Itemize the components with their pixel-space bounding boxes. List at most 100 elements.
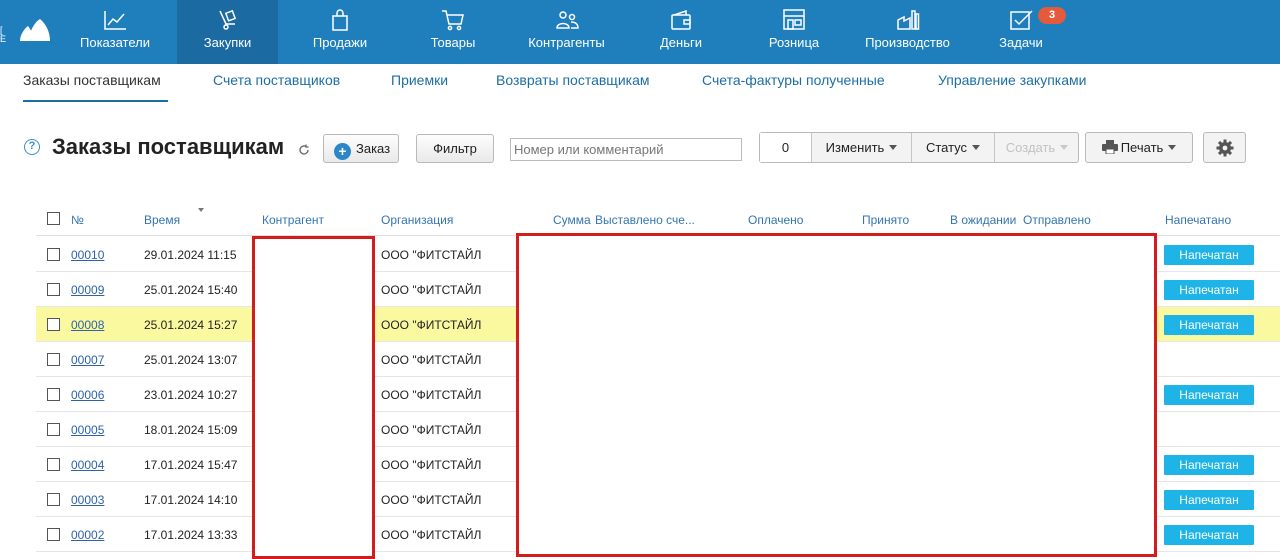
shopping-cart-icon [442, 10, 464, 31]
column-pending[interactable]: В ожидании [950, 213, 1016, 227]
edit-label: Изменить [825, 140, 885, 155]
nav-kontragenty[interactable]: Контрагенты [515, 0, 618, 64]
redaction-box-counterparty [252, 236, 375, 559]
tab-priemki[interactable]: Приемки [391, 72, 448, 88]
column-time[interactable]: Время [144, 213, 180, 227]
order-number-link[interactable]: 00002 [71, 528, 104, 542]
window-edge-marker: [E [0, 25, 7, 44]
column-paid[interactable]: Оплачено [748, 213, 803, 227]
redaction-box-amounts [516, 233, 1157, 557]
print-button[interactable]: Печать [1086, 133, 1192, 162]
nav-label: Показатели [80, 35, 150, 50]
row-checkbox[interactable] [47, 423, 60, 436]
printer-icon [1101, 140, 1118, 155]
column-invoiced[interactable]: Выставлено сче... [595, 213, 695, 227]
order-time: 17.01.2024 15:47 [144, 458, 238, 472]
edit-dropdown[interactable]: Изменить [812, 133, 911, 162]
status-label: Статус [925, 140, 968, 155]
search-input[interactable] [510, 138, 742, 161]
organization: ООО "ФИТСТАЙЛ [381, 528, 482, 542]
settings-button[interactable] [1203, 132, 1246, 163]
filter-button[interactable]: Фильтр [416, 134, 494, 163]
printed-status-badge: Напечатан [1164, 245, 1254, 265]
order-number-link[interactable]: 00010 [71, 248, 104, 262]
order-number-link[interactable]: 00004 [71, 458, 104, 472]
gear-icon [1216, 139, 1234, 157]
column-organization[interactable]: Организация [381, 213, 453, 227]
column-printed[interactable]: Напечатано [1165, 213, 1231, 227]
row-checkbox[interactable] [47, 388, 60, 401]
organization: ООО "ФИТСТАЙЛ [381, 388, 482, 402]
help-icon[interactable]: ? [24, 139, 40, 155]
printed-status-badge: Напечатан [1164, 525, 1254, 545]
nav-zakupki[interactable]: Закупки [177, 0, 278, 64]
refresh-icon[interactable] [298, 144, 310, 156]
add-order-label: Заказ [356, 141, 391, 156]
order-number-link[interactable]: 00007 [71, 353, 104, 367]
actions-button-group: 0 Изменить Статус Создать [759, 132, 1079, 163]
organization: ООО "ФИТСТАЙЛ [381, 283, 482, 297]
column-shipped[interactable]: Отправлено [1023, 213, 1091, 227]
printed-status-badge: Напечатан [1164, 490, 1254, 510]
order-time: 25.01.2024 13:07 [144, 353, 238, 367]
column-number[interactable]: № [71, 213, 84, 227]
order-number-link[interactable]: 00005 [71, 423, 104, 437]
column-amount[interactable]: Сумма [553, 213, 591, 227]
plus-icon: + [334, 143, 351, 160]
cart-dolly-icon [218, 9, 236, 30]
tasks-count-badge: 3 [1038, 7, 1066, 24]
nav-label: Деньги [660, 35, 702, 50]
row-checkbox[interactable] [47, 493, 60, 506]
printed-status-badge: Напечатан [1164, 455, 1254, 475]
storefront-icon [783, 9, 805, 30]
row-checkbox[interactable] [47, 458, 60, 471]
tab-vozvraty-postavshchikam[interactable]: Возвраты поставщикам [496, 72, 649, 88]
row-checkbox[interactable] [47, 353, 60, 366]
create-dropdown[interactable]: Создать [995, 133, 1079, 162]
nav-tovary[interactable]: Товары [414, 0, 492, 64]
nav-pokazateli[interactable]: Показатели [66, 0, 164, 64]
row-checkbox[interactable] [47, 248, 60, 261]
organization: ООО "ФИТСТАЙЛ [381, 493, 482, 507]
print-dropdown[interactable]: Печать [1085, 132, 1193, 163]
chevron-down-icon [1168, 145, 1177, 150]
status-dropdown[interactable]: Статус [912, 133, 994, 162]
organization: ООО "ФИТСТАЙЛ [381, 353, 482, 367]
tab-scheta-postavshchikov[interactable]: Счета поставщиков [213, 72, 340, 88]
row-checkbox[interactable] [47, 528, 60, 541]
order-time: 18.01.2024 15:09 [144, 423, 238, 437]
printed-status-badge: Напечатан [1164, 385, 1254, 405]
page-title: Заказы поставщикам [52, 134, 285, 159]
row-checkbox[interactable] [47, 318, 60, 331]
app-logo[interactable] [18, 17, 52, 43]
select-all-checkbox[interactable] [47, 212, 60, 225]
order-number-link[interactable]: 00003 [71, 493, 104, 507]
printed-status-badge: Напечатан [1164, 280, 1254, 300]
column-counterparty[interactable]: Контрагент [262, 213, 324, 227]
selected-count: 0 [760, 133, 811, 162]
order-number-link[interactable]: 00008 [71, 318, 104, 332]
chart-icon [104, 11, 126, 30]
add-order-button[interactable]: + Заказ [323, 134, 399, 163]
factory-icon [896, 10, 919, 30]
chevron-down-icon [972, 145, 981, 150]
create-label: Создать [1005, 140, 1056, 155]
column-received[interactable]: Принято [862, 213, 909, 227]
print-label: Печать [1120, 140, 1164, 155]
nav-label: Розница [768, 35, 820, 50]
order-time: 29.01.2024 11:15 [144, 248, 237, 262]
checkbox-icon [1010, 10, 1033, 30]
row-checkbox[interactable] [47, 283, 60, 296]
tab-scheta-faktury-poluchennye[interactable]: Счета-фактуры полученные [702, 72, 885, 88]
order-number-link[interactable]: 00006 [71, 388, 104, 402]
tab-upravlenie-zakupkami[interactable]: Управление закупками [938, 72, 1086, 88]
nav-prodazhi[interactable]: Продажи [296, 0, 384, 64]
order-time: 25.01.2024 15:40 [144, 283, 238, 297]
chevron-down-icon [889, 145, 898, 150]
order-number-link[interactable]: 00009 [71, 283, 104, 297]
nav-roznica[interactable]: Розница [755, 0, 833, 64]
section-tabs: Заказы поставщикам Счета поставщиков При… [0, 64, 1280, 106]
nav-proizvodstvo[interactable]: Производство [855, 0, 960, 64]
nav-dengi[interactable]: Деньги [645, 0, 717, 64]
tab-zakazy-postavshchikam[interactable]: Заказы поставщикам [23, 72, 161, 88]
